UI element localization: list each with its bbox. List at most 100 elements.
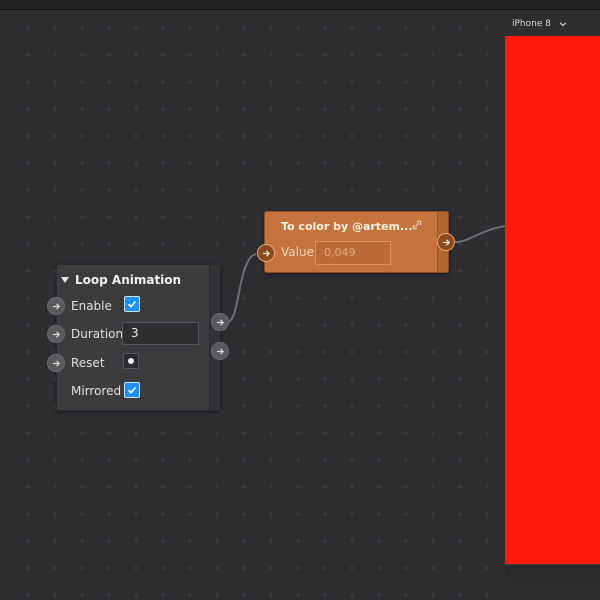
preview-screen[interactable] <box>505 36 600 564</box>
grid-cross <box>295 457 301 463</box>
grid-cross <box>25 403 31 409</box>
color-output-port-arrow-icon[interactable] <box>437 233 455 251</box>
grid-cross <box>484 538 490 544</box>
grid-cross <box>430 160 436 166</box>
mirrored-checkbox[interactable] <box>124 382 140 398</box>
grid-cross <box>457 457 463 463</box>
loop-output-port-1-arrow-icon[interactable] <box>211 313 229 331</box>
grid-cross <box>214 160 220 166</box>
grid-cross <box>241 322 247 328</box>
loop-output-port-2-arrow-icon[interactable] <box>211 342 229 360</box>
grid-cross <box>241 565 247 571</box>
grid-cross <box>52 457 58 463</box>
grid-cross <box>430 79 436 85</box>
grid-cross <box>187 241 193 247</box>
grid-cross <box>457 538 463 544</box>
duration-input-port-arrow-icon[interactable] <box>47 325 65 343</box>
grid-cross <box>25 160 31 166</box>
grid-cross <box>322 295 328 301</box>
grid-cross <box>241 241 247 247</box>
grid-cross <box>322 430 328 436</box>
grid-cross <box>241 79 247 85</box>
grid-cross <box>25 106 31 112</box>
grid-cross <box>403 79 409 85</box>
grid-cross <box>484 106 490 112</box>
grid-cross <box>214 214 220 220</box>
link-icon[interactable] <box>412 220 422 230</box>
color-input-port-arrow-icon[interactable] <box>257 244 275 262</box>
grid-cross <box>79 592 85 598</box>
grid-cross <box>295 430 301 436</box>
grid-cross <box>106 538 112 544</box>
grid-cross <box>430 295 436 301</box>
grid-cross <box>106 430 112 436</box>
grid-cross <box>79 79 85 85</box>
value-input[interactable]: 0,049 <box>315 241 391 265</box>
grid-cross <box>484 295 490 301</box>
grid-cross <box>268 133 274 139</box>
grid-cross <box>349 538 355 544</box>
grid-cross <box>214 484 220 490</box>
grid-cross <box>52 160 58 166</box>
grid-cross <box>25 322 31 328</box>
grid-cross <box>403 349 409 355</box>
grid-cross <box>79 160 85 166</box>
grid-cross <box>187 538 193 544</box>
grid-cross <box>106 79 112 85</box>
grid-cross <box>457 376 463 382</box>
grid-cross <box>241 295 247 301</box>
grid-cross <box>241 52 247 58</box>
grid-cross <box>430 349 436 355</box>
grid-cross <box>25 484 31 490</box>
grid-cross <box>160 538 166 544</box>
grid-cross <box>79 214 85 220</box>
grid-cross <box>214 79 220 85</box>
duration-input[interactable]: 3 <box>122 322 199 345</box>
grid-cross <box>322 592 328 598</box>
device-selector[interactable]: iPhone 8 <box>512 19 567 29</box>
grid-cross <box>322 565 328 571</box>
grid-cross <box>25 349 31 355</box>
loop-node-header[interactable]: Loop Animation <box>61 271 181 289</box>
grid-cross <box>241 430 247 436</box>
grid-cross <box>349 565 355 571</box>
grid-cross <box>349 79 355 85</box>
grid-cross <box>403 538 409 544</box>
grid-cross <box>457 187 463 193</box>
grid-cross <box>268 592 274 598</box>
grid-cross <box>133 592 139 598</box>
grid-cross <box>295 133 301 139</box>
color-node-title: To color by @artem... <box>281 220 413 233</box>
grid-cross <box>376 565 382 571</box>
grid-cross <box>241 25 247 31</box>
reset-trigger-button[interactable] <box>123 353 139 369</box>
grid-cross <box>349 484 355 490</box>
grid-cross <box>133 106 139 112</box>
grid-cross <box>214 106 220 112</box>
grid-cross <box>187 214 193 220</box>
grid-cross <box>241 106 247 112</box>
enable-input-port-arrow-icon[interactable] <box>47 297 65 315</box>
collapse-triangle-icon[interactable] <box>61 277 69 283</box>
enable-checkbox[interactable] <box>124 296 140 312</box>
grid-cross <box>430 106 436 112</box>
grid-cross <box>484 592 490 598</box>
grid-cross <box>106 106 112 112</box>
grid-cross <box>187 187 193 193</box>
grid-cross <box>430 592 436 598</box>
reset-input-port-arrow-icon[interactable] <box>47 354 65 372</box>
grid-cross <box>187 106 193 112</box>
grid-cross <box>52 187 58 193</box>
grid-cross <box>214 592 220 598</box>
grid-cross <box>322 403 328 409</box>
grid-cross <box>187 592 193 598</box>
grid-cross <box>349 160 355 166</box>
grid-cross <box>160 511 166 517</box>
grid-cross <box>403 52 409 58</box>
grid-cross <box>268 187 274 193</box>
grid-cross <box>160 214 166 220</box>
grid-cross <box>214 187 220 193</box>
grid-cross <box>268 52 274 58</box>
grid-cross <box>160 79 166 85</box>
grid-cross <box>133 214 139 220</box>
